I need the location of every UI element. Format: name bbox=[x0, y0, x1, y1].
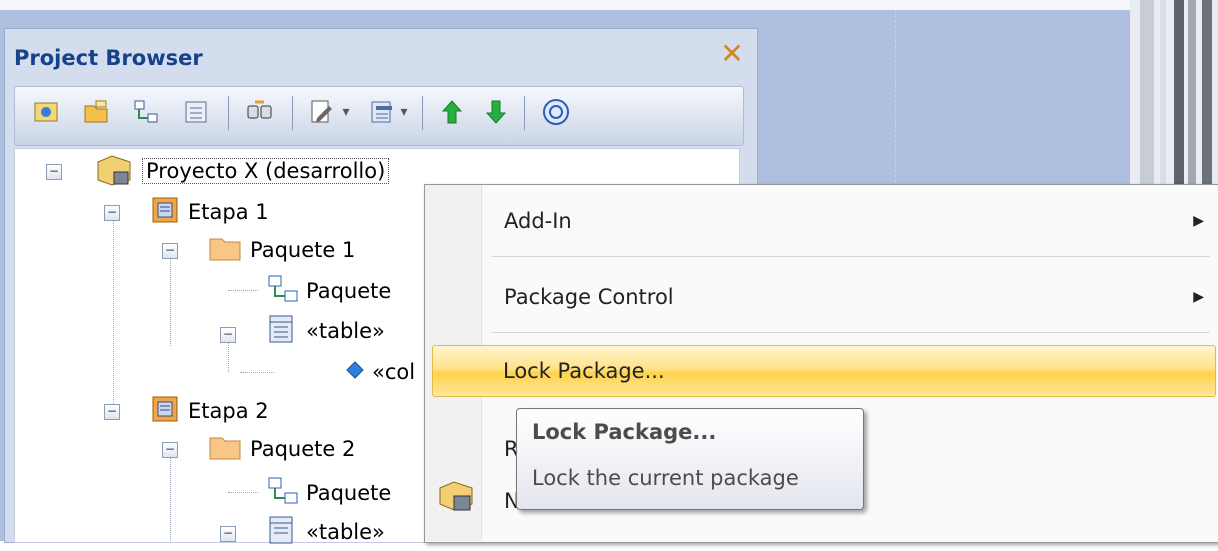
view-icon bbox=[150, 394, 180, 429]
package-folder-icon bbox=[208, 233, 242, 268]
package-lock-icon bbox=[436, 476, 476, 520]
collapse-toggle[interactable]: − bbox=[104, 404, 120, 420]
collapse-toggle[interactable]: − bbox=[162, 243, 178, 259]
package-folder-icon bbox=[208, 432, 242, 467]
submenu-arrow-icon: ▶ bbox=[1193, 289, 1204, 305]
tooltip-description: Lock the current package bbox=[532, 466, 799, 490]
close-icon[interactable]: ✕ bbox=[716, 38, 748, 70]
collapse-toggle[interactable]: − bbox=[46, 164, 62, 180]
menu-separator bbox=[492, 332, 1210, 333]
tree-line bbox=[228, 290, 258, 291]
view-icon bbox=[150, 195, 180, 230]
toolbar-separator bbox=[422, 96, 423, 130]
tree-line bbox=[170, 446, 171, 541]
menu-item-add-in[interactable]: Add-In ▶ bbox=[482, 196, 1212, 246]
collapse-toggle[interactable]: − bbox=[220, 526, 236, 542]
move-down-icon[interactable] bbox=[480, 96, 512, 128]
diagram-icon bbox=[266, 475, 300, 512]
column-icon bbox=[344, 359, 366, 386]
menu-item-package-control[interactable]: Package Control ▶ bbox=[482, 272, 1212, 322]
top-strip bbox=[0, 0, 1218, 10]
tree-node-root[interactable]: Proyecto X (desarrollo) bbox=[94, 152, 390, 191]
toolbar-separator bbox=[524, 96, 525, 130]
tree-line bbox=[170, 246, 171, 346]
tooltip-title: Lock Package... bbox=[532, 420, 717, 444]
menu-item-lock-package[interactable]: Lock Package... bbox=[432, 345, 1216, 397]
model-root-icon bbox=[94, 152, 134, 191]
documentation-icon[interactable] bbox=[366, 96, 398, 128]
tree-line bbox=[240, 372, 274, 373]
table-icon bbox=[266, 514, 296, 551]
new-package-icon[interactable] bbox=[80, 96, 112, 128]
tree-node-table[interactable]: «table» bbox=[266, 515, 385, 549]
tree-node-package[interactable]: Paquete 2 bbox=[208, 432, 355, 466]
edit-properties-icon[interactable] bbox=[306, 96, 338, 128]
tree-line bbox=[228, 492, 258, 493]
dropdown-icon[interactable]: ▾ bbox=[396, 96, 412, 128]
submenu-arrow-icon: ▶ bbox=[1193, 213, 1204, 229]
diagram-icon bbox=[266, 273, 300, 310]
tree-node-view[interactable]: Etapa 1 bbox=[150, 195, 269, 229]
toolbar-separator bbox=[292, 96, 293, 130]
new-element-icon[interactable] bbox=[180, 96, 212, 128]
dropdown-icon[interactable]: ▾ bbox=[338, 96, 354, 128]
new-diagram-icon[interactable] bbox=[130, 96, 162, 128]
tree-node-table[interactable]: «table» bbox=[266, 314, 385, 348]
collapse-toggle[interactable]: − bbox=[104, 205, 120, 221]
tree-node-column[interactable]: «col bbox=[344, 355, 415, 389]
tree-line bbox=[113, 208, 114, 412]
toolbar-separator bbox=[228, 96, 229, 130]
tree-node-package[interactable]: Paquete 1 bbox=[208, 233, 355, 267]
tree-node-diagram[interactable]: Paquete bbox=[266, 274, 391, 308]
table-icon bbox=[266, 313, 296, 350]
panel-title: Project Browser bbox=[14, 46, 203, 70]
collapse-toggle[interactable]: − bbox=[220, 327, 236, 343]
tree-node-view[interactable]: Etapa 2 bbox=[150, 394, 269, 428]
move-up-icon[interactable] bbox=[436, 96, 468, 128]
collapse-toggle[interactable]: − bbox=[162, 442, 178, 458]
tree-node-diagram[interactable]: Paquete bbox=[266, 476, 391, 510]
new-model-icon[interactable] bbox=[30, 96, 62, 128]
help-icon[interactable] bbox=[540, 96, 572, 128]
find-icon[interactable] bbox=[244, 96, 276, 128]
menu-separator bbox=[492, 256, 1210, 257]
